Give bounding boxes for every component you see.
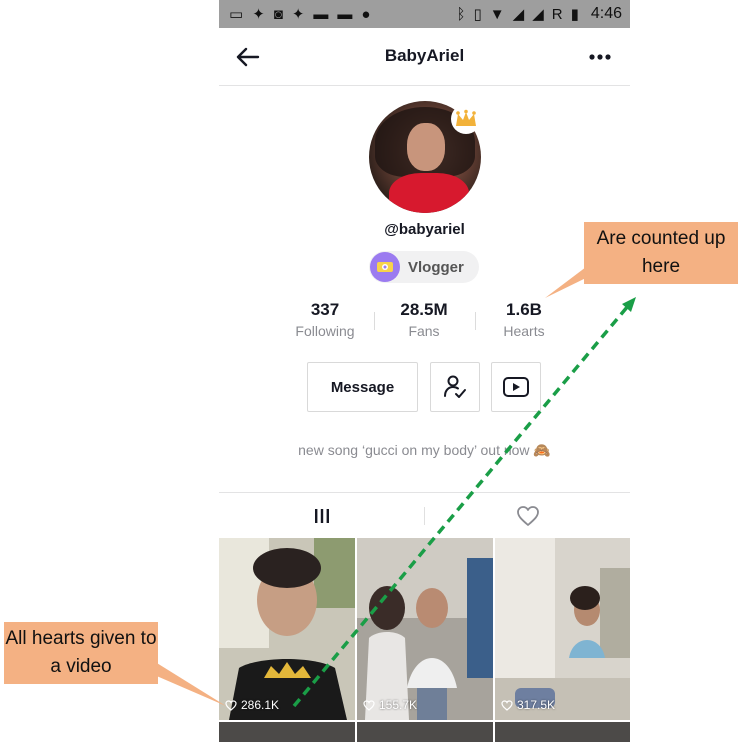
- stat-value: 1.6B: [506, 300, 542, 319]
- message-button[interactable]: Message: [307, 362, 418, 412]
- app-icon: ◙: [273, 5, 283, 23]
- heart-icon: [363, 699, 375, 711]
- youtube-icon: [503, 377, 529, 397]
- video-likes: 155.7K: [363, 698, 417, 712]
- battery-icon: ▮: [570, 5, 579, 23]
- annotation-callout-video-hearts: All hearts given to a video: [4, 622, 158, 684]
- video-likes: 286.1K: [225, 698, 279, 712]
- clapper-icon: ▬: [337, 5, 353, 23]
- crown-badge: [451, 104, 481, 134]
- grid-icon: [314, 509, 329, 523]
- signal-icon: ◢: [512, 5, 525, 23]
- profile-username: @babyariel: [384, 221, 465, 238]
- crown-icon: [456, 109, 476, 126]
- heart-icon: [225, 699, 237, 711]
- video-thumbnail[interactable]: 286.1K: [219, 538, 355, 720]
- message-icon: ▭: [229, 5, 244, 23]
- video-thumbnail[interactable]: 155.7K: [357, 538, 493, 720]
- no-signal-icon: ◢: [532, 5, 544, 23]
- profile-bio: new song ‘gucci on my body’ out now 🙈: [298, 442, 551, 458]
- page-title: BabyAriel: [384, 46, 465, 65]
- stat-hearts[interactable]: 1.6B Hearts: [464, 300, 584, 339]
- video-likes-count: 286.1K: [241, 698, 280, 712]
- bluetooth-icon: ᛒ: [456, 5, 466, 23]
- video-thumbnail[interactable]: 317.5K: [495, 538, 630, 720]
- video-thumbnail[interactable]: [219, 722, 355, 742]
- wifi-icon: ▼: [489, 5, 505, 23]
- clapper-icon: ▬: [313, 5, 329, 23]
- category-label: Vlogger: [408, 258, 464, 276]
- video-camera-icon: [370, 252, 400, 282]
- video-likes: 317.5K: [501, 698, 555, 712]
- profile-stats: 337 Following 28.5M Fans 1.6B Hearts: [219, 300, 630, 344]
- video-likes-count: 317.5K: [517, 698, 556, 712]
- follow-user-button[interactable]: [430, 362, 480, 412]
- stat-label: Hearts: [503, 323, 545, 339]
- heart-icon: [516, 506, 539, 526]
- tab-liked[interactable]: [425, 493, 630, 539]
- heart-icon: [501, 699, 513, 711]
- nav-bar: BabyAriel: [219, 28, 630, 86]
- profile-tabs: [219, 492, 630, 538]
- line-app-icon: ●: [361, 5, 371, 23]
- notification-icon: ✦: [291, 5, 305, 23]
- status-bar: ▭ ✦ ◙ ✦ ▬ ▬ ● ᛒ ▯ ▼ ◢ ◢ R ▮ 4:46: [219, 0, 630, 28]
- category-badge[interactable]: Vlogger: [369, 251, 479, 283]
- vibrate-icon: ▯: [473, 5, 482, 23]
- tab-videos[interactable]: [219, 493, 424, 539]
- youtube-link-button[interactable]: [491, 362, 541, 412]
- callout-pointer-bottom: [152, 660, 226, 706]
- annotation-callout-hearts-total: Are counted up here: [584, 222, 738, 284]
- video-likes-count: 155.7K: [379, 698, 418, 712]
- phone-screen: ▭ ✦ ◙ ✦ ▬ ▬ ● ᛒ ▯ ▼ ◢ ◢ R ▮ 4:46 BabyAri…: [219, 0, 630, 742]
- user-check-icon: [444, 375, 466, 398]
- notification-icon: ✦: [252, 5, 265, 23]
- roaming-icon: R: [551, 5, 563, 23]
- status-time: 4:46: [590, 5, 622, 22]
- more-options-icon[interactable]: [588, 50, 612, 64]
- video-thumbnail[interactable]: [357, 722, 493, 742]
- video-grid: 286.1K 155.7K 317.5K: [219, 538, 630, 742]
- video-thumbnail[interactable]: [495, 722, 630, 742]
